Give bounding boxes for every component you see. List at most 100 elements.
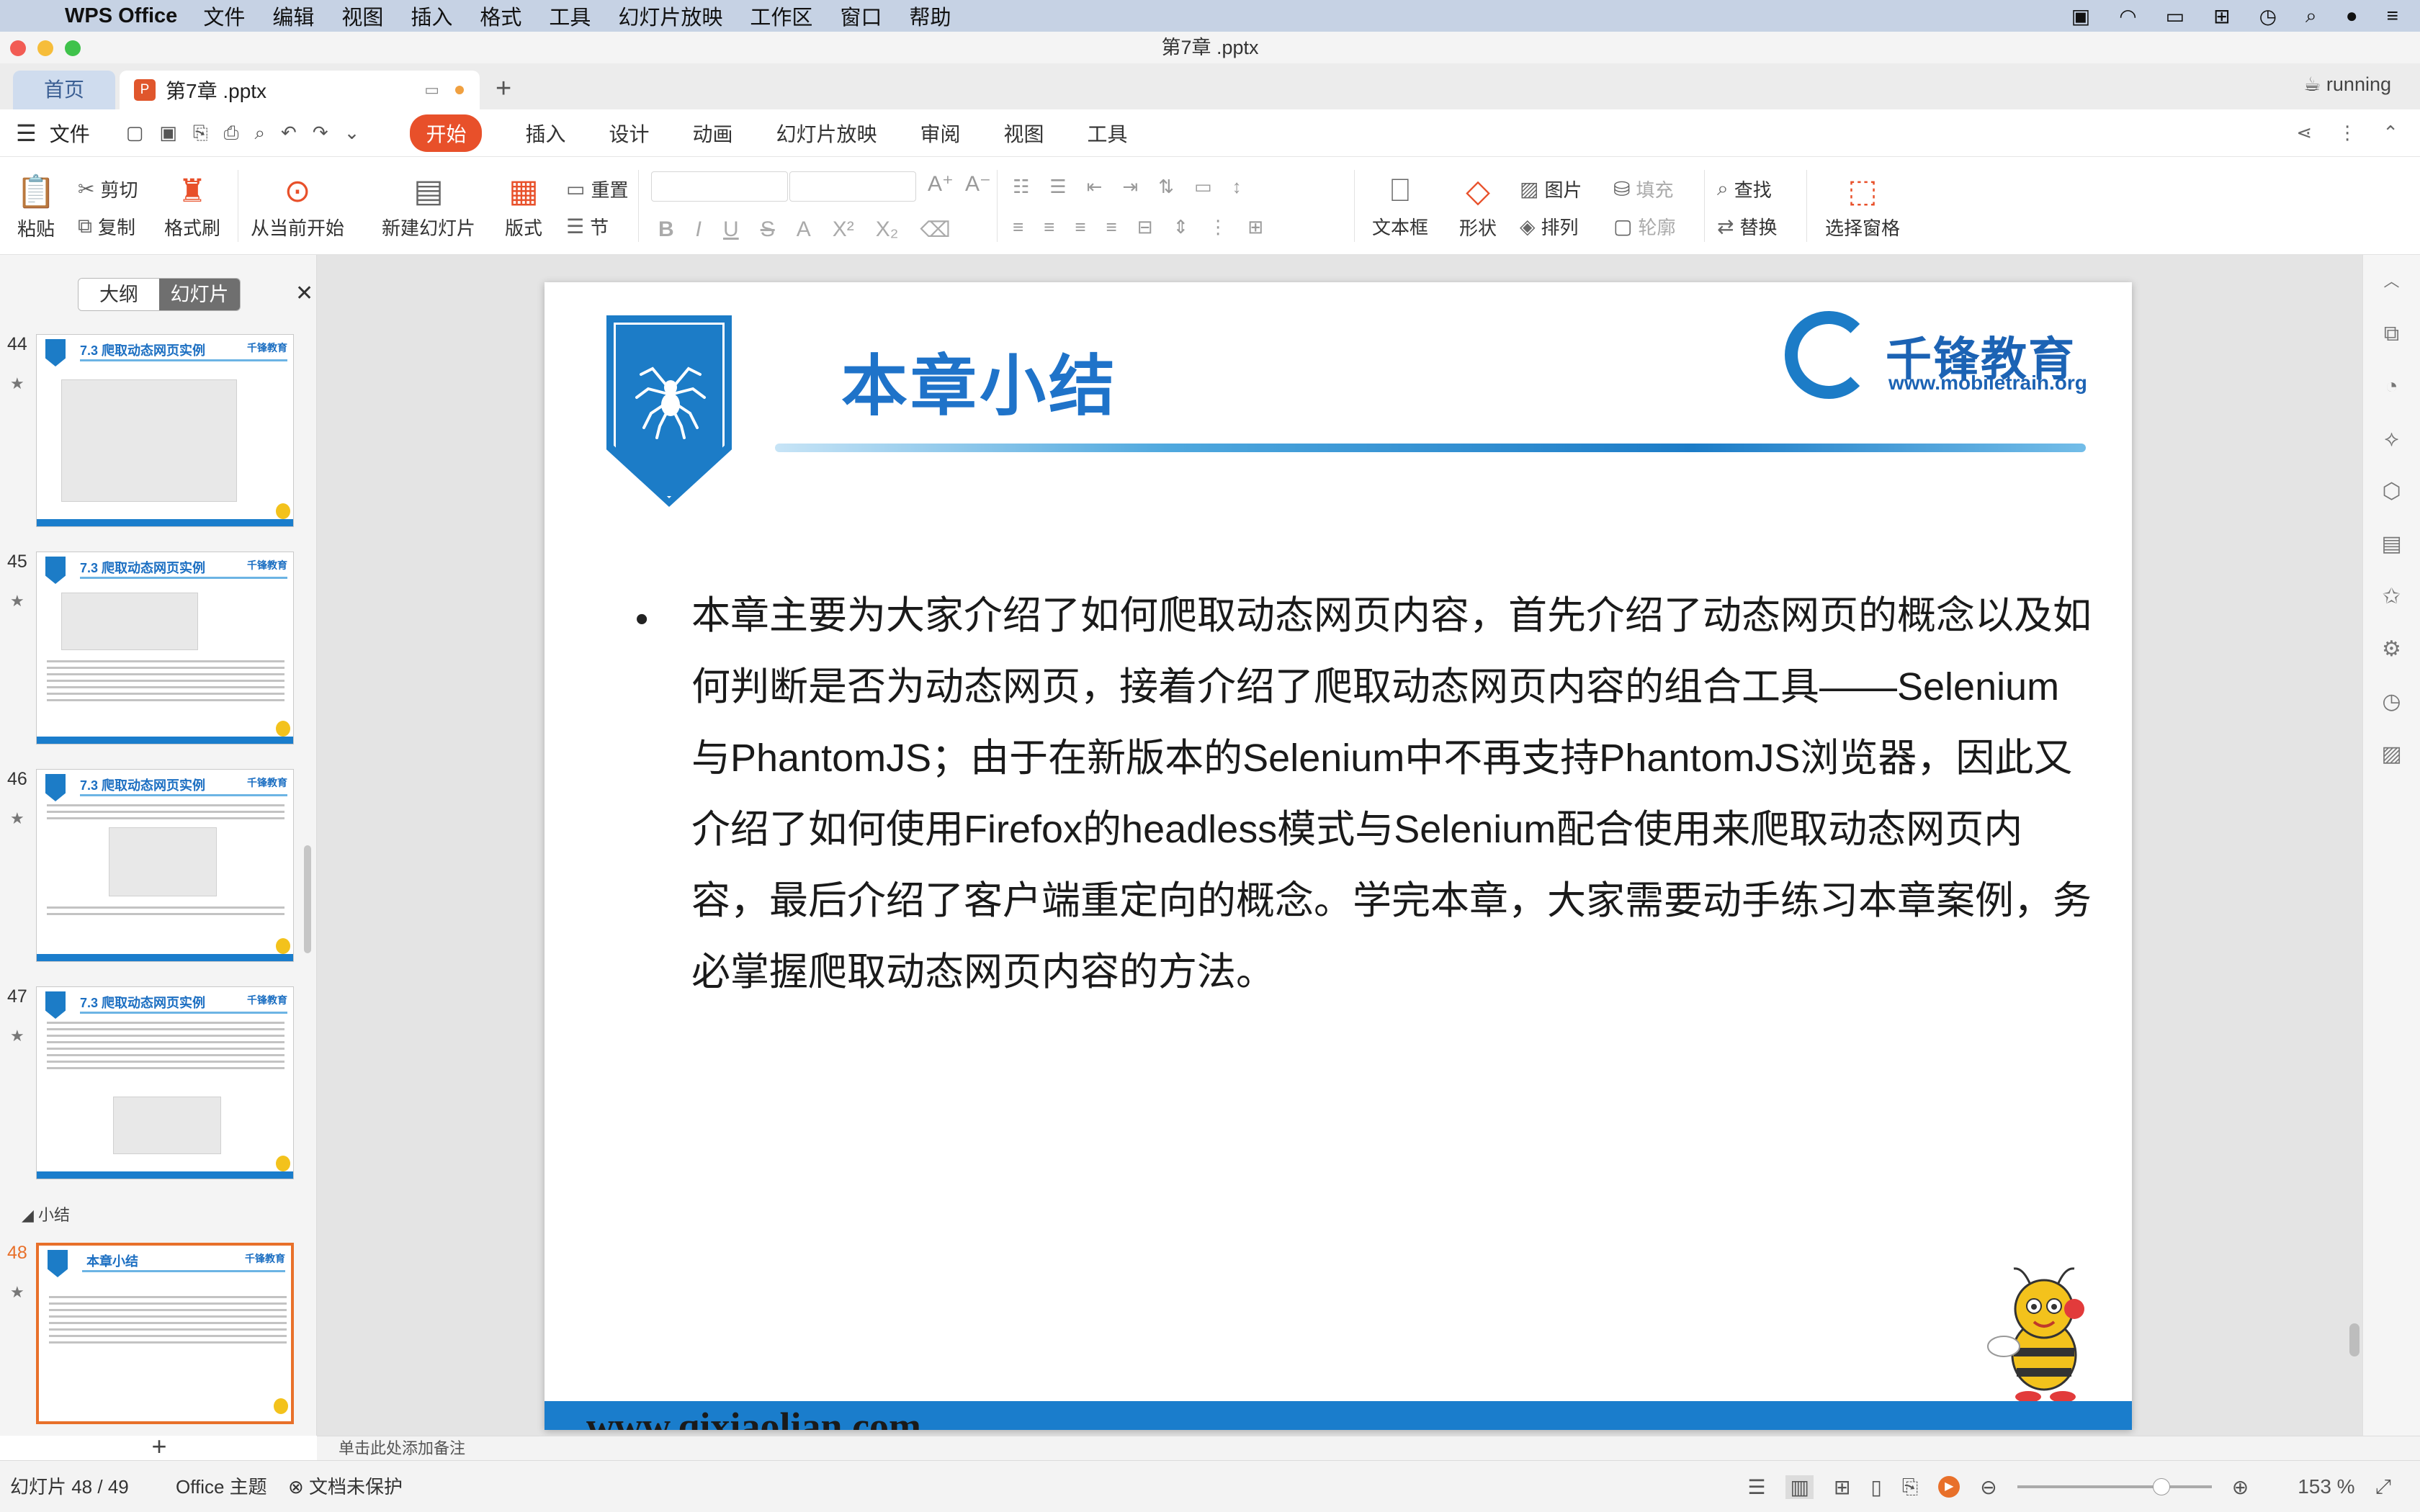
close-panel-icon[interactable]: ✕ [295, 281, 313, 306]
print-preview-icon[interactable]: ⌕ [254, 122, 265, 145]
star-icon[interactable]: ★ [10, 1027, 24, 1045]
font-shrink-icon[interactable]: A⁻ [965, 171, 991, 197]
find-button[interactable]: ⌕ 查找 [1717, 176, 1772, 202]
customize-quick-access-icon[interactable]: ⌄ [344, 122, 360, 144]
clear-format-icon[interactable]: ⌫ [920, 217, 950, 243]
notes-input[interactable]: 单击此处添加备注 [317, 1436, 2420, 1460]
slide-thumbnail[interactable]: 7.3 爬取动态网页实例 千锋教育 [36, 552, 294, 744]
slide-canvas[interactable]: 本章小结 千锋教育 www.mobiletrain.org • 本章主要为大家介… [544, 282, 2132, 1430]
cut-button[interactable]: ✂ 剪切 [78, 176, 138, 202]
tab-design[interactable]: 设计 [609, 119, 649, 148]
align-text-icon[interactable]: ▭ [1194, 176, 1212, 198]
effects-panel-icon[interactable]: ✩ [2363, 570, 2420, 623]
menu-tools[interactable]: 工具 [549, 1, 591, 31]
battery-icon[interactable]: ▭ [2166, 4, 2184, 28]
siri-icon[interactable]: ● [2346, 4, 2358, 27]
editor-scrollbar[interactable] [2349, 272, 2360, 1424]
star-icon[interactable]: ★ [10, 374, 24, 393]
history-panel-icon[interactable]: ◷ [2363, 675, 2420, 728]
document-protection[interactable]: ⊗ 文档未保护 [288, 1461, 403, 1512]
menu-format[interactable]: 格式 [480, 1, 521, 31]
picture-button[interactable]: ▨ 图片 [1520, 176, 1582, 202]
tab-document[interactable]: P 第7章 .pptx ▭ [120, 71, 480, 109]
shape-button[interactable]: ◇ 形状 [1449, 173, 1507, 240]
presenter-view-icon[interactable]: ⎘ [1902, 1475, 1918, 1499]
close-window-icon[interactable] [10, 40, 26, 56]
layout-button[interactable]: ▦ 版式 [498, 173, 549, 240]
zoom-slider[interactable] [2017, 1478, 2212, 1495]
transition-panel-icon[interactable]: ⬡ [2363, 465, 2420, 518]
collapse-ribbon-icon[interactable]: ⌃ [2383, 122, 2398, 144]
menu-app-name[interactable]: WPS Office [65, 4, 177, 28]
replace-button[interactable]: ⇄ 替换 [1717, 213, 1777, 240]
numbered-list-icon[interactable]: ☰ [1049, 176, 1066, 198]
menu-view[interactable]: 视图 [341, 1, 383, 31]
slide-thumbnail[interactable]: 7.3 爬取动态网页实例 千锋教育 [36, 986, 294, 1179]
distribute-icon[interactable]: ⊟ [1137, 216, 1153, 238]
smart-art-icon[interactable]: ⊞ [1247, 216, 1263, 238]
open-folder-icon[interactable]: ▢ [126, 122, 144, 144]
panel-scrollbar[interactable] [304, 845, 311, 953]
underline-icon[interactable]: U [723, 217, 739, 243]
input-method-icon[interactable]: ⊞ [2213, 4, 2230, 28]
align-left-icon[interactable]: ≡ [1013, 216, 1023, 238]
outline-button[interactable]: ▢ 轮廓 [1613, 213, 1675, 240]
tab-outline[interactable]: 大纲 [79, 279, 159, 310]
bold-icon[interactable]: B [658, 217, 674, 243]
superscript-icon[interactable]: X² [833, 217, 854, 243]
menu-workspace[interactable]: 工作区 [750, 1, 812, 31]
tab-home[interactable]: 首页 [13, 71, 115, 109]
reading-view-icon[interactable]: ▯ [1870, 1475, 1881, 1499]
align-center-icon[interactable]: ≡ [1044, 216, 1054, 238]
export-icon[interactable]: ⎘ [193, 122, 208, 145]
undo-icon[interactable]: ↶ [281, 122, 297, 144]
theme-name[interactable]: Office 主题 [176, 1461, 267, 1512]
notes-toggle-icon[interactable]: ☰ [1747, 1475, 1765, 1499]
strikethrough-icon[interactable]: S [761, 217, 775, 243]
arrange-button[interactable]: ◈ 排列 [1520, 213, 1579, 240]
font-color-icon[interactable]: A [797, 217, 811, 243]
slide-thumbnail[interactable]: 7.3 爬取动态网页实例 千锋教育 [36, 334, 294, 527]
spotlight-search-icon[interactable]: ⌕ [2305, 4, 2317, 28]
hamburger-menu-icon[interactable]: ☰ [16, 120, 37, 147]
running-status[interactable]: ☕ running [2303, 73, 2391, 96]
fit-window-icon[interactable]: ⤢ [2375, 1475, 2391, 1499]
menu-file[interactable]: 文件 [203, 1, 245, 31]
redo-icon[interactable]: ↷ [313, 122, 328, 144]
new-slide-button[interactable]: ▤ 新建幻灯片 [376, 173, 481, 240]
star-icon[interactable]: ★ [10, 1283, 24, 1302]
star-icon[interactable]: ★ [10, 592, 24, 611]
shapes-panel-icon[interactable]: ◔ [2363, 360, 2420, 413]
zoom-window-icon[interactable] [65, 40, 81, 56]
slide-panel-icon[interactable]: ⧉ [2363, 307, 2420, 360]
font-grow-icon[interactable]: A⁺ [928, 171, 954, 197]
slide-thumbnail[interactable]: 7.3 爬取动态网页实例 千锋教育 [36, 769, 294, 962]
animation-panel-icon[interactable]: ⟡ [2363, 413, 2420, 465]
tab-animation[interactable]: 动画 [692, 119, 732, 148]
tab-insert[interactable]: 插入 [525, 119, 565, 148]
zoom-slider-handle[interactable] [2152, 1478, 2170, 1495]
italic-icon[interactable]: I [696, 217, 702, 243]
control-center-icon[interactable]: ≡ [2387, 4, 2398, 27]
tab-home-ribbon[interactable]: 开始 [410, 114, 483, 152]
line-spacing-icon[interactable]: ↕ [1232, 176, 1242, 198]
columns-icon[interactable]: ⋮ [1209, 216, 1227, 238]
share-icon[interactable]: ⋖ [2296, 122, 2312, 144]
justify-icon[interactable]: ≡ [1106, 216, 1117, 238]
select-pane-button[interactable]: ⬚ 选择窗格 [1825, 173, 1900, 240]
more-options-icon[interactable]: ⋮ [2338, 122, 2357, 144]
increase-indent-icon[interactable]: ⇥ [1122, 176, 1138, 198]
align-right-icon[interactable]: ≡ [1075, 216, 1085, 238]
slide-body-text[interactable]: 本章主要为大家介绍了如何爬取动态网页内容，首先介绍了动态网页的概念以及如何判断是… [691, 580, 2092, 1008]
wifi-icon[interactable]: ◠ [2119, 4, 2136, 28]
paragraph-spacing-icon[interactable]: ⇕ [1173, 216, 1188, 238]
add-slide-button[interactable]: + [127, 1430, 192, 1463]
tab-slideshow[interactable]: 幻灯片放映 [776, 119, 877, 148]
menu-insert[interactable]: 插入 [411, 1, 452, 31]
clock-icon[interactable]: ◷ [2259, 4, 2277, 28]
save-icon[interactable]: ▣ [159, 122, 177, 144]
paste-button[interactable]: 📋 粘贴 [13, 173, 59, 241]
menu-edit[interactable]: 编辑 [272, 1, 314, 31]
text-direction-icon[interactable]: ⇅ [1158, 176, 1174, 198]
tab-view[interactable]: 视图 [1004, 119, 1044, 148]
